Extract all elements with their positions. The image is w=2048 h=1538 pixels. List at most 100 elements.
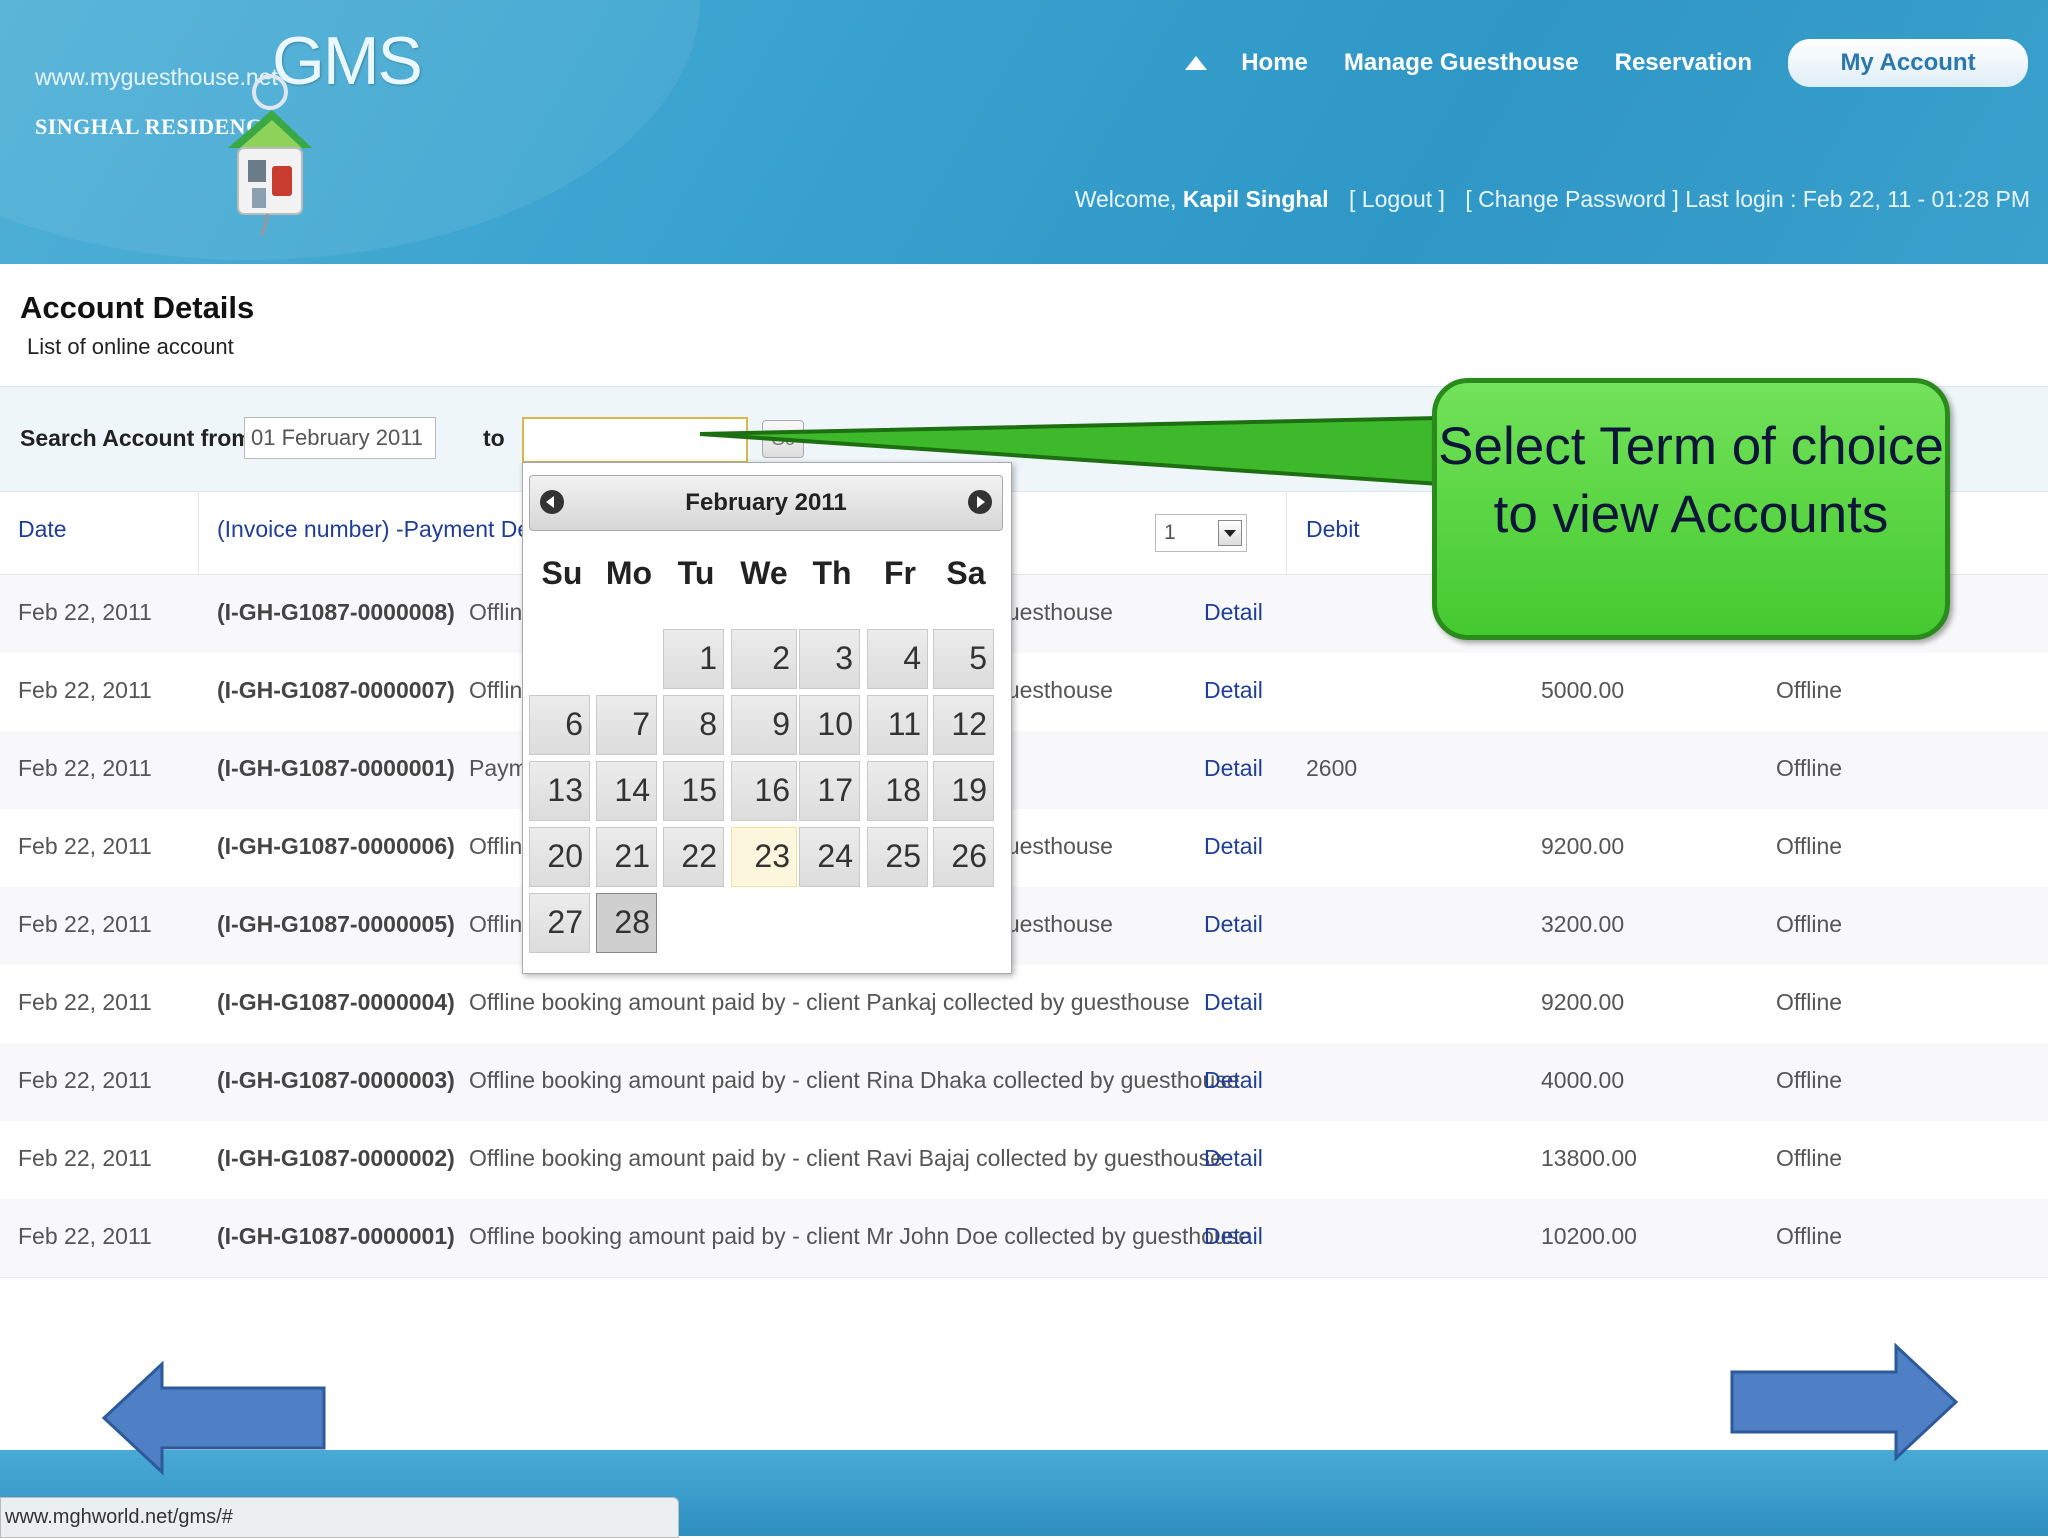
next-month-icon[interactable] [968, 490, 992, 514]
calendar-day[interactable]: 21 [596, 827, 657, 887]
table-row: Feb 22, 2011 (I-GH-G1087-0000007) Offlin… [0, 653, 2048, 732]
row-invoice: (I-GH-G1087-0000007) [217, 677, 455, 703]
nav-my-account[interactable]: My Account [1788, 39, 2028, 87]
row-detail-link[interactable]: Detail [1204, 677, 1263, 704]
change-password-link[interactable]: [ Change Password ] [1465, 186, 1679, 212]
calendar-day[interactable]: 2 [731, 629, 797, 689]
caret-up-icon [1185, 56, 1208, 70]
callout-text: Select Term of choice to view Accounts [1438, 417, 1944, 544]
row-detail-link[interactable]: Detail [1204, 1145, 1263, 1172]
page-subtitle: List of online account [27, 334, 234, 359]
table-row: Feb 22, 2011 (I-GH-G1087-0000002) Offlin… [0, 1121, 2048, 1200]
calendar-day[interactable]: 24 [799, 827, 860, 887]
row-credit: 13800.00 [1541, 1145, 1637, 1171]
row-invoice: (I-GH-G1087-0000006) [217, 833, 455, 859]
datepicker-weekdays: Su Mo Tu We Th Fr Sa [529, 555, 1001, 595]
column-divider [1286, 492, 1287, 574]
row-detail-link[interactable]: Detail [1204, 989, 1263, 1016]
datepicker-month-title: February 2011 [685, 489, 847, 516]
calendar-day[interactable]: 14 [596, 761, 657, 821]
to-date-input[interactable] [522, 417, 748, 463]
calendar-day[interactable]: 28 [596, 893, 657, 953]
row-invoice: (I-GH-G1087-0000004) [217, 989, 455, 1015]
row-invoice: (I-GH-G1087-0000001) [217, 1223, 455, 1249]
main-nav: Home Manage Guesthouse Reservation My Ac… [1185, 38, 2028, 88]
nav-reservation[interactable]: Reservation [1615, 49, 1752, 77]
welcome-label: Welcome, [1074, 186, 1177, 212]
calendar-day[interactable]: 19 [933, 761, 994, 821]
column-header-debit[interactable]: Debit [1306, 516, 1360, 543]
row-detail-link[interactable]: Detail [1204, 833, 1263, 860]
table-row: Feb 22, 2011 (I-GH-G1087-0000003) Offlin… [0, 1043, 2048, 1122]
calendar-day[interactable]: 4 [867, 629, 928, 689]
calendar-day[interactable]: 11 [867, 695, 928, 755]
user-name: Kapil Singhal [1182, 186, 1329, 212]
row-detail-link[interactable]: Detail [1204, 599, 1263, 626]
row-date: Feb 22, 2011 [18, 677, 152, 703]
calendar-day[interactable]: 20 [529, 827, 590, 887]
nav-manage-guesthouse[interactable]: Manage Guesthouse [1344, 49, 1579, 77]
calendar-day[interactable]: 16 [731, 761, 797, 821]
calendar-day[interactable]: 1 [663, 629, 724, 689]
column-header-invoice[interactable]: (Invoice number) -Payment Detail [217, 516, 560, 543]
app-header: www.myguesthouse.net GMS SINGHAL RESIDEN… [0, 0, 2048, 264]
calendar-day[interactable]: 7 [596, 695, 657, 755]
row-credit: 5000.00 [1541, 677, 1625, 703]
browser-status-bar: www.mghworld.net/gms/# [0, 1497, 679, 1538]
calendar-day[interactable]: 8 [663, 695, 724, 755]
calendar-day[interactable]: 17 [799, 761, 860, 821]
calendar-day[interactable]: 3 [799, 629, 860, 689]
show-all-link[interactable]: Show all [836, 427, 915, 451]
go-button[interactable]: Go [762, 420, 804, 458]
previous-slide-arrow-icon[interactable] [100, 1360, 330, 1476]
page-select[interactable]: 1 [1155, 514, 1247, 552]
calendar-day[interactable]: 13 [529, 761, 590, 821]
from-date-input[interactable] [244, 417, 436, 459]
calendar-day[interactable]: 25 [867, 827, 928, 887]
row-detail-link[interactable]: Detail [1204, 911, 1263, 938]
row-status: Offline [1776, 1067, 1843, 1093]
next-slide-arrow-icon[interactable] [1728, 1342, 1960, 1462]
calendar-day[interactable]: 18 [867, 761, 928, 821]
row-date: Feb 22, 2011 [18, 1223, 152, 1249]
calendar-day[interactable]: 12 [933, 695, 994, 755]
calendar-day[interactable]: 10 [799, 695, 860, 755]
weekday-label: We [740, 555, 788, 591]
calendar-day[interactable]: 23 [731, 827, 797, 887]
calendar-day[interactable]: 26 [933, 827, 994, 887]
calendar-day[interactable]: 9 [731, 695, 797, 755]
row-detail-link[interactable]: Detail [1204, 1067, 1263, 1094]
calendar-day[interactable]: 27 [529, 893, 590, 953]
row-status: Offline [1776, 755, 1843, 781]
dropdown-arrow-icon[interactable] [1218, 520, 1242, 546]
weekday-label: Sa [946, 555, 986, 591]
row-credit: 4000.00 [1541, 1067, 1625, 1093]
table-row: Feb 22, 2011 (I-GH-G1087-0000004) Offlin… [0, 965, 2048, 1044]
weekday-label: Tu [677, 555, 715, 591]
weekday-label: Su [541, 555, 583, 591]
row-date: Feb 22, 2011 [18, 1067, 152, 1093]
last-login: Last login : Feb 22, 11 - 01:28 PM [1685, 186, 2030, 212]
row-status: Offline [1776, 677, 1843, 703]
row-description: Offline booking amount paid by - client … [469, 1067, 1240, 1093]
page-title: Account Details [20, 290, 255, 325]
calendar-day[interactable]: 5 [933, 629, 994, 689]
row-detail-link[interactable]: Detail [1204, 755, 1263, 782]
row-detail-link[interactable]: Detail [1204, 1223, 1263, 1250]
row-date: Feb 22, 2011 [18, 989, 152, 1015]
table-row: Feb 22, 2011 (I-GH-G1087-0000005) Offlin… [0, 887, 2048, 966]
row-date: Feb 22, 2011 [18, 599, 152, 625]
column-header-date[interactable]: Date [18, 516, 67, 543]
weekday-label: Mo [605, 555, 653, 591]
callout-bubble: Select Term of choice to view Accounts [1432, 378, 1950, 640]
calendar-day[interactable]: 15 [663, 761, 724, 821]
calendar-day[interactable]: 22 [663, 827, 724, 887]
table-row: Feb 22, 2011 (I-GH-G1087-0000001) Paymen… [0, 731, 2048, 810]
nav-home[interactable]: Home [1241, 49, 1308, 77]
logout-link[interactable]: [ Logout ] [1349, 186, 1445, 212]
row-credit: 10200.00 [1541, 1223, 1637, 1249]
row-date: Feb 22, 2011 [18, 1145, 152, 1171]
calendar-day[interactable]: 6 [529, 695, 590, 755]
row-description: Offline booking amount paid by - client … [469, 989, 1190, 1015]
page-select-value: 1 [1164, 521, 1176, 544]
